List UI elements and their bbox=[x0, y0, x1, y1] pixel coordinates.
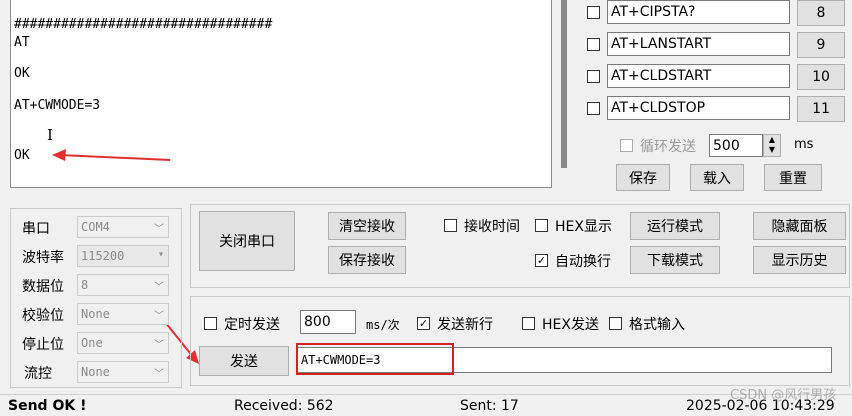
close-port-button[interactable]: 关闭串口 bbox=[199, 211, 295, 271]
format-input-label: 格式输入 bbox=[629, 317, 685, 333]
data-bits-label: 数据位 bbox=[22, 279, 64, 295]
show-history-button[interactable]: 显示历史 bbox=[753, 246, 846, 274]
spin-up-icon[interactable]: ▲ bbox=[764, 135, 780, 145]
run-mode-button[interactable]: 运行模式 bbox=[630, 212, 720, 240]
stop-bits-select[interactable]: One ﹀ bbox=[77, 332, 169, 354]
received-count: Received: 562 bbox=[234, 398, 334, 414]
loop-interval-input[interactable]: 500 bbox=[709, 134, 763, 157]
multi-send-input[interactable]: AT+CLDSTOP bbox=[607, 96, 790, 120]
multi-send-checkbox[interactable] bbox=[587, 6, 600, 19]
chevron-down-icon: ﹀ bbox=[154, 224, 164, 235]
format-input-checkbox[interactable] bbox=[609, 317, 622, 330]
baud-select[interactable]: 115200 ▾ bbox=[77, 245, 169, 267]
parity-label: 校验位 bbox=[22, 308, 64, 324]
chevron-down-icon: ﹀ bbox=[154, 369, 164, 380]
clear-receive-button[interactable]: 清空接收 bbox=[328, 212, 406, 240]
stop-bits-label: 停止位 bbox=[22, 337, 64, 353]
send-newline-label: 发送新行 bbox=[437, 317, 493, 333]
annotation-arrow-ok bbox=[59, 154, 171, 161]
multi-send-checkbox[interactable] bbox=[587, 38, 600, 51]
port-label: 串口 bbox=[22, 221, 50, 237]
data-bits-select[interactable]: 8 ﹀ bbox=[77, 274, 169, 296]
send-button[interactable]: 发送 bbox=[199, 346, 289, 376]
multi-send-button[interactable]: 10 bbox=[797, 64, 845, 90]
chevron-down-icon: ﹀ bbox=[154, 282, 164, 293]
sent-count: Sent: 17 bbox=[460, 398, 519, 414]
timed-send-checkbox[interactable] bbox=[204, 317, 217, 330]
multi-send-checkbox[interactable] bbox=[587, 102, 600, 115]
hide-panel-button[interactable]: 隐藏面板 bbox=[753, 212, 846, 240]
loop-interval-spinner[interactable]: ▲ ▼ bbox=[763, 134, 781, 157]
multi-send-input[interactable]: AT+LANSTART bbox=[607, 32, 790, 56]
port-select[interactable]: COM4 ﹀ bbox=[77, 216, 169, 238]
auto-wrap-label: 自动换行 bbox=[555, 254, 611, 270]
send-newline-checkbox[interactable]: ✓ bbox=[417, 317, 430, 330]
save-receive-button[interactable]: 保存接收 bbox=[328, 246, 406, 274]
hex-send-checkbox[interactable] bbox=[522, 317, 535, 330]
baud-label: 波特率 bbox=[22, 250, 64, 266]
dropdown-arrow-icon: ▾ bbox=[157, 249, 164, 260]
multi-send-button[interactable]: 11 bbox=[797, 96, 845, 122]
multi-reset-button[interactable]: 重置 bbox=[764, 164, 822, 191]
multi-send-button[interactable]: 8 bbox=[797, 0, 845, 26]
chevron-down-icon: ﹀ bbox=[154, 311, 164, 322]
loop-send-checkbox[interactable] bbox=[620, 139, 633, 152]
loop-unit-label: ms bbox=[794, 137, 814, 152]
chevron-down-icon: ﹀ bbox=[154, 340, 164, 351]
spin-down-icon[interactable]: ▼ bbox=[764, 145, 780, 155]
download-mode-button[interactable]: 下载模式 bbox=[630, 246, 720, 274]
hex-send-label: HEX发送 bbox=[542, 317, 599, 333]
hex-display-label: HEX显示 bbox=[555, 219, 612, 235]
receive-time-label: 接收时间 bbox=[464, 219, 520, 235]
timed-interval-input[interactable]: 800 bbox=[300, 310, 356, 334]
multi-send-checkbox[interactable] bbox=[587, 70, 600, 83]
watermark: CSDN @风行男孩 bbox=[730, 388, 837, 403]
annotation-arrow-ok-head bbox=[52, 149, 66, 161]
auto-wrap-checkbox[interactable]: ✓ bbox=[535, 254, 548, 267]
interval-unit-label: ms/次 bbox=[366, 318, 400, 332]
timed-send-label: 定时发送 bbox=[224, 317, 280, 333]
multi-load-button[interactable]: 载入 bbox=[690, 164, 744, 191]
hex-display-checkbox[interactable] bbox=[535, 219, 548, 232]
multi-save-button[interactable]: 保存 bbox=[616, 164, 670, 191]
multi-send-input[interactable]: AT+CIPSTA? bbox=[607, 0, 790, 24]
send-input-highlight bbox=[296, 343, 454, 375]
multi-send-button[interactable]: 9 bbox=[797, 32, 845, 58]
status-message: Send OK ! bbox=[8, 398, 87, 414]
flow-control-label: 流控 bbox=[24, 366, 52, 382]
flow-control-select[interactable]: None ﹀ bbox=[77, 361, 169, 383]
loop-send-label: 循环发送 bbox=[640, 139, 696, 155]
receive-time-checkbox[interactable] bbox=[444, 219, 457, 232]
multi-send-input[interactable]: AT+CLDSTART bbox=[607, 64, 790, 88]
parity-select[interactable]: None ﹀ bbox=[77, 303, 169, 325]
